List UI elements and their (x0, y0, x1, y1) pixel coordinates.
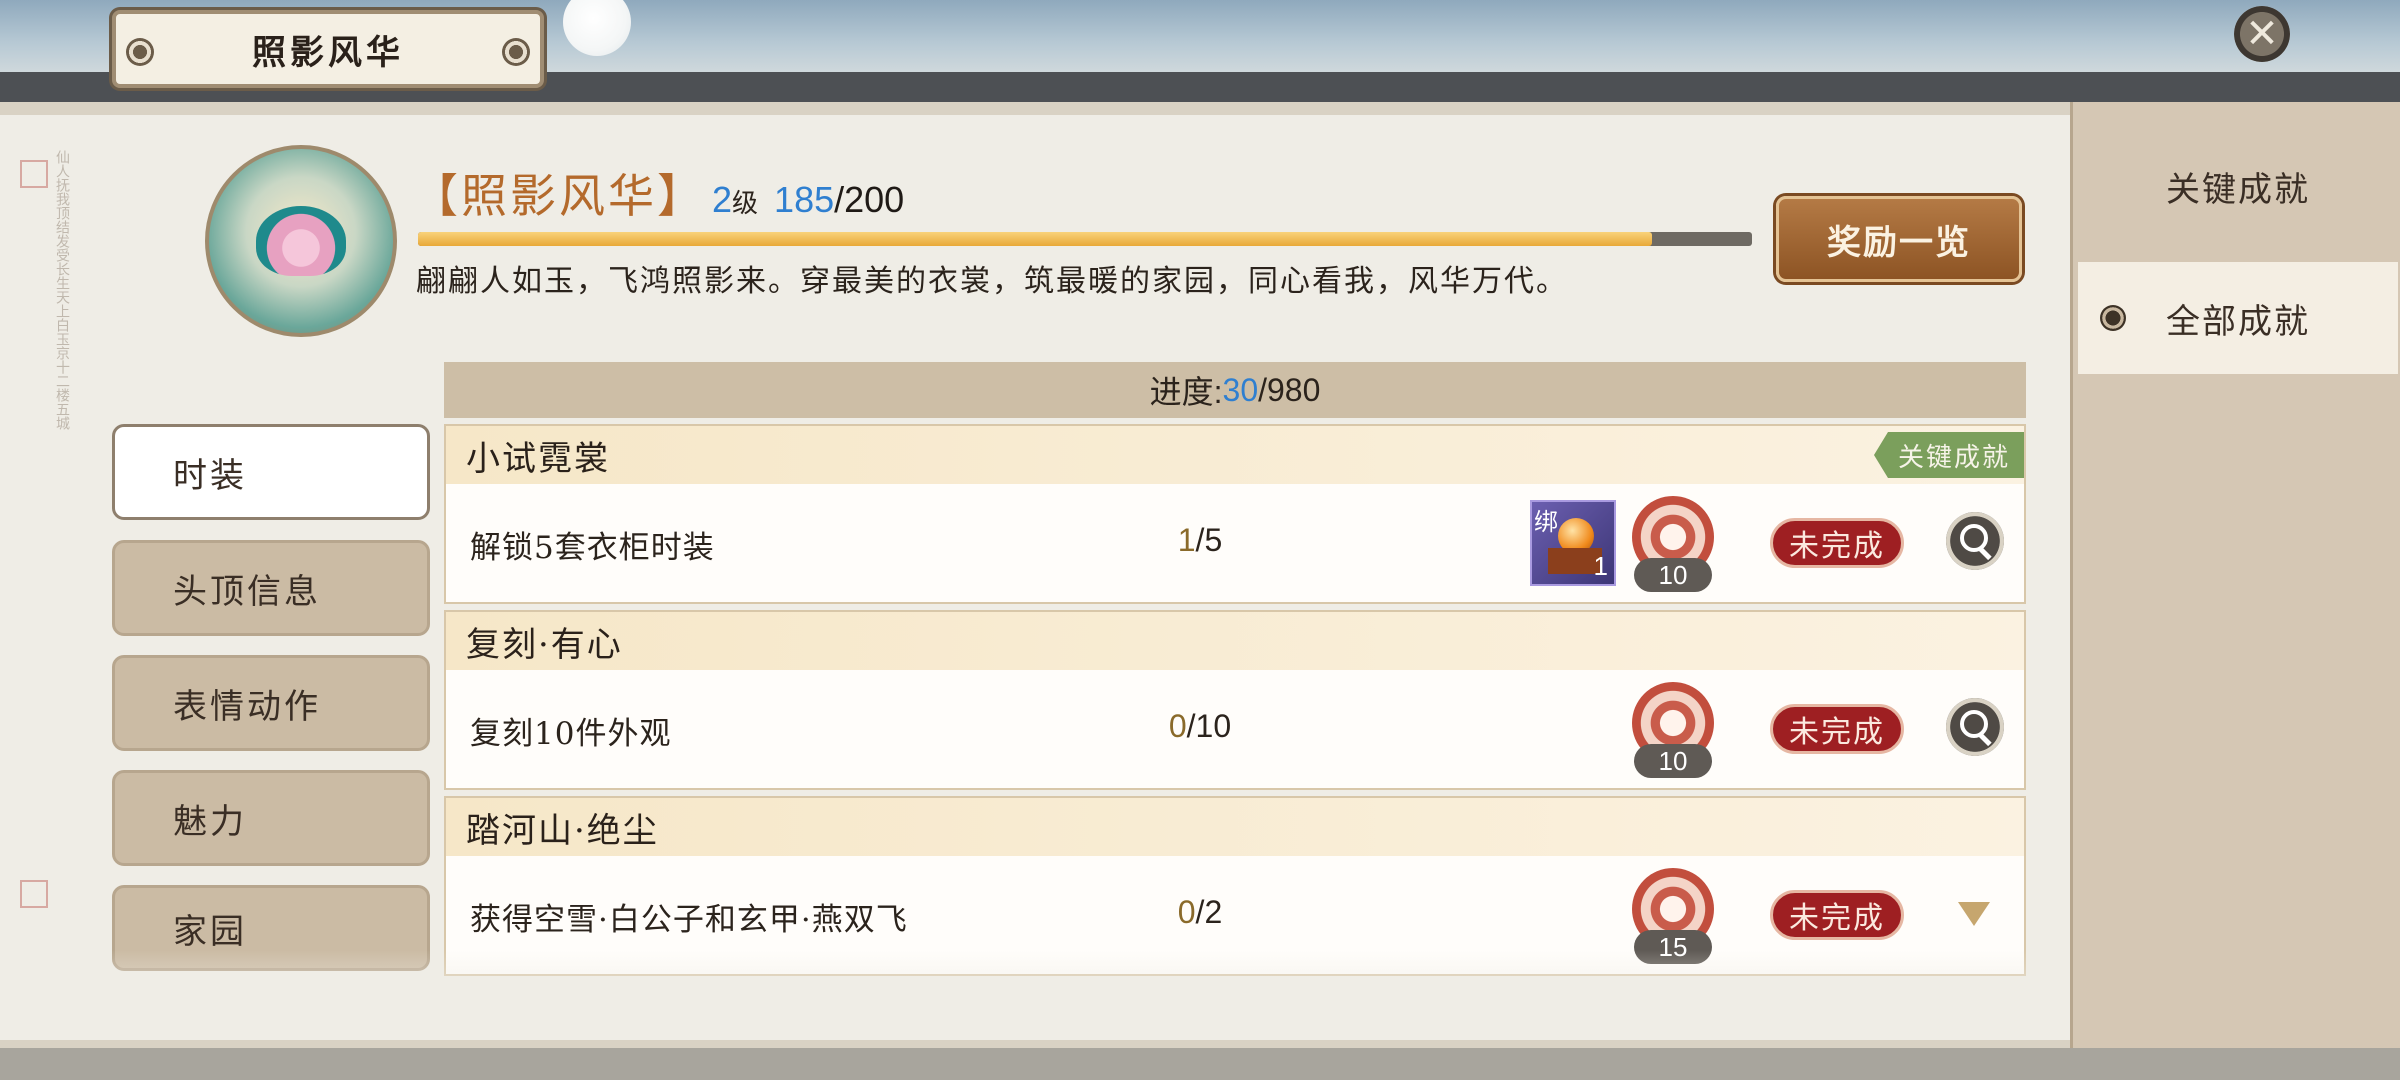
count-total: /2 (1195, 894, 1223, 930)
seal-icon (20, 880, 48, 908)
right-tab-panel: 关键成就 全部成就 (2070, 102, 2400, 1048)
points-value: 10 (1634, 744, 1712, 778)
achievement-count: 0/10 (1140, 708, 1260, 745)
reward-item[interactable]: 绑 1 (1530, 500, 1616, 586)
ornament-knob-icon (126, 38, 154, 66)
achievement-card: 复刻·有心 复刻10件外观 0/10 10 未完成 (444, 610, 2026, 790)
lotus-icon (256, 206, 346, 276)
achievement-points: 10 (1630, 682, 1716, 778)
achievement-points: 10 (1630, 496, 1716, 592)
reward-overview-button[interactable]: 奖励一览 (1776, 196, 2022, 282)
search-button[interactable] (1946, 698, 2004, 756)
footer-band (0, 1048, 2400, 1080)
tab-all-achievements[interactable]: 全部成就 (2078, 262, 2398, 374)
key-achievement-tag: 关键成就 (1873, 432, 2024, 478)
level-unit: 级 (732, 189, 759, 219)
search-button[interactable] (1946, 512, 2004, 570)
status-badge: 未完成 (1770, 890, 1904, 940)
achievement-task: 复刻10件外观 (470, 716, 672, 752)
search-icon-handle (1978, 546, 1992, 561)
tab-label: 关键成就 (2166, 169, 2310, 210)
progress-current: 30 (1222, 371, 1259, 408)
page-title: 照影风华 (252, 32, 404, 73)
ornament-knob-icon (502, 38, 530, 66)
count-done: 0 (1168, 708, 1187, 744)
achievement-header: 【照影风华】 2 级 185 /200 (412, 160, 904, 223)
achievement-title: 复刻·有心 (466, 624, 623, 665)
exp-progress-fill (418, 232, 1652, 246)
selected-dot-icon (2100, 305, 2126, 331)
achievement-card-header: 小试霓裳 关键成就 (446, 426, 2024, 484)
achievement-name: 【照影风华】 (412, 169, 706, 223)
bound-label: 绑 (1534, 508, 1558, 536)
item-quantity: 1 (1593, 551, 1608, 581)
title-plate: 照影风华 (112, 10, 544, 88)
achievement-title: 踏河山·绝尘 (466, 810, 659, 851)
count-done: 1 (1177, 522, 1196, 558)
exp-max: /200 (834, 179, 905, 220)
exp-progress-bar (418, 232, 1752, 246)
category-emotes[interactable]: 表情动作 (112, 655, 430, 751)
status-badge: 未完成 (1770, 704, 1904, 754)
calligraphy-decoration: 仙人抚我顶结发受长生天上白玉京十二楼五城 (54, 150, 70, 430)
close-button[interactable]: ✕ (2234, 6, 2290, 62)
achievement-row: 解锁5套衣柜时装 1/5 绑 1 10 未完成 (446, 484, 2024, 602)
level-value: 2 (712, 179, 733, 220)
achievement-count: 1/5 (1140, 522, 1260, 559)
count-total: /10 (1186, 708, 1232, 744)
achievement-card: 踏河山·绝尘 获得空雪·白公子和玄甲·燕双飞 0/2 15 未完成 (444, 796, 2026, 976)
seal-icon (20, 160, 48, 188)
achievement-title: 小试霓裳 (466, 438, 610, 479)
progress-label: 进度: (1149, 374, 1223, 410)
category-charm[interactable]: 魅力 (112, 770, 430, 866)
expand-arrow-icon[interactable] (1958, 902, 1990, 926)
achievement-row: 复刻10件外观 0/10 10 未完成 (446, 670, 2024, 788)
tab-key-achievements[interactable]: 关键成就 (2078, 130, 2398, 242)
achievement-card-header: 复刻·有心 (446, 612, 2024, 670)
category-overhead-info[interactable]: 头顶信息 (112, 540, 430, 636)
exp-current: 185 (774, 179, 835, 220)
progress-total: /980 (1258, 371, 1321, 408)
list-fade (100, 950, 2040, 1040)
count-total: /5 (1195, 522, 1223, 558)
count-done: 0 (1177, 894, 1196, 930)
achievement-card-header: 踏河山·绝尘 (446, 798, 2024, 856)
achievement-description: 翩翩人如玉，飞鸿照影来。穿最美的衣裳，筑最暖的家园，同心看我，风华万代。 (416, 264, 1568, 299)
achievement-task: 解锁5套衣柜时装 (470, 530, 715, 566)
tab-label: 全部成就 (2166, 301, 2310, 342)
close-icon: ✕ (2245, 11, 2279, 57)
category-fashion[interactable]: 时装 (112, 424, 430, 520)
search-icon-handle (1978, 732, 1992, 747)
achievement-task: 获得空雪·白公子和玄甲·燕双飞 (470, 902, 908, 938)
status-badge: 未完成 (1770, 518, 1904, 568)
overall-progress: 进度: 30/980 (444, 362, 2026, 418)
achievement-avatar (205, 145, 397, 337)
points-value: 10 (1634, 558, 1712, 592)
achievement-count: 0/2 (1140, 894, 1260, 931)
achievement-card: 小试霓裳 关键成就 解锁5套衣柜时装 1/5 绑 1 10 未完成 (444, 424, 2026, 604)
